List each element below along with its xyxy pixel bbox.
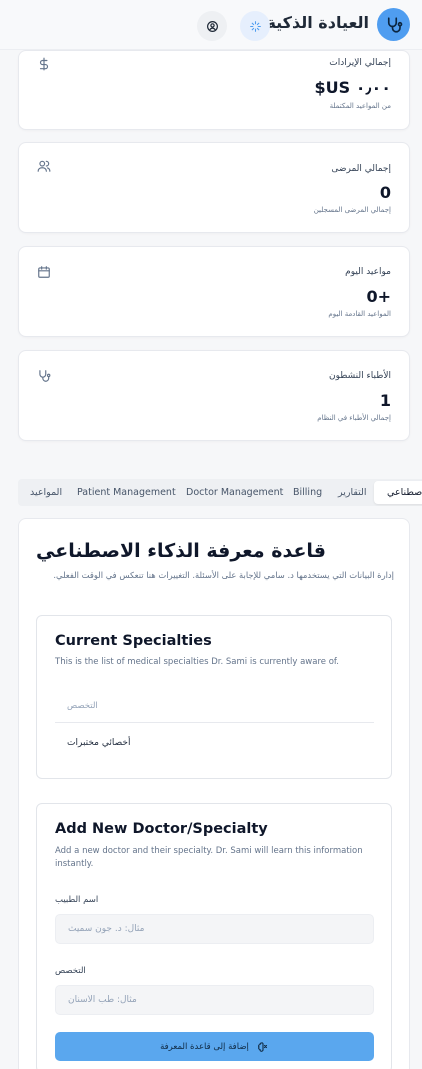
stat-title: إجمالي المرضى [331,164,391,174]
brain-icon [258,1041,267,1052]
stat-subtitle: إجمالي الأطباء في النظام [317,414,391,422]
doctor-name-label: اسم الطبيب [55,895,99,905]
specialty-input[interactable] [55,985,374,1015]
user-menu-button[interactable] [197,11,227,41]
table-header-specialty: التخصص [67,701,98,711]
sparkle-button[interactable] [240,11,270,41]
submit-label: إضافة إلى قاعدة المعرفة [160,1041,249,1052]
page-description: إدارة البيانات التي يستخدمها د. سامي للإ… [53,570,394,580]
page-title: قاعدة معرفة الذكاء الاصطناعي [36,540,327,562]
app-header: العيادة الذكية [0,0,422,50]
stethoscope-icon [39,370,51,382]
table-row: أخصائي مختبرات [67,738,131,748]
stat-card-patients: إجمالي المرضى 0 إجمالي المرضى المسجلين [18,142,410,233]
doctor-name-input[interactable] [55,914,374,944]
section-description: This is the list of medical specialties … [55,657,339,667]
users-icon [37,160,51,172]
section-description: Add a new doctor and their specialty. Dr… [55,846,363,869]
add-to-knowledge-base-button[interactable]: إضافة إلى قاعدة المعرفة [55,1032,374,1061]
tab-appointments[interactable]: المواعيد [30,479,62,506]
section-title: Add New Doctor/Specialty [55,821,268,837]
stat-title: الأطباء النشطون [329,371,391,381]
app-name: العيادة الذكية [266,13,369,32]
stat-title: إجمالي الإيرادات [329,58,391,68]
dollar-icon [39,57,49,71]
tab-doctor-management[interactable]: Doctor Management [186,479,283,506]
section-title: Current Specialties [55,633,212,649]
stat-subtitle: المواعيد القادمة اليوم [328,310,391,318]
stethoscope-icon[interactable] [377,8,410,41]
stat-card-appointments: مواعيد اليوم 0+ المواعيد القادمة اليوم [18,246,410,337]
stat-subtitle: إجمالي المرضى المسجلين [313,206,391,214]
stat-value: 0 [379,183,391,202]
divider [55,722,374,723]
stat-value: 1 [379,391,391,410]
stat-subtitle: من المواعيد المكتملة [329,102,391,110]
tab-billing[interactable]: Billing [293,479,322,506]
stat-card-doctors: الأطباء النشطون 1 إجمالي الأطباء في النظ… [18,350,410,441]
stat-card-revenue: إجمالي الإيرادات $US ٠٫٠٠ من المواعيد ال… [18,50,410,130]
stat-title: مواعيد اليوم [345,267,391,277]
sparkle-icon [249,20,261,32]
calendar-icon [38,266,50,278]
tab-bar: المواعيد Patient Management Doctor Manag… [18,479,422,506]
user-circle-icon [206,20,218,32]
tab-reports[interactable]: التقارير [338,479,367,506]
specialty-label: التخصص [55,966,86,976]
stat-value: $US ٠٫٠٠ [314,78,392,97]
stat-value: 0+ [366,287,391,306]
tab-patient-management[interactable]: Patient Management [77,479,176,506]
tab-ai[interactable]: الذكاء الاصطناعي [374,481,422,504]
